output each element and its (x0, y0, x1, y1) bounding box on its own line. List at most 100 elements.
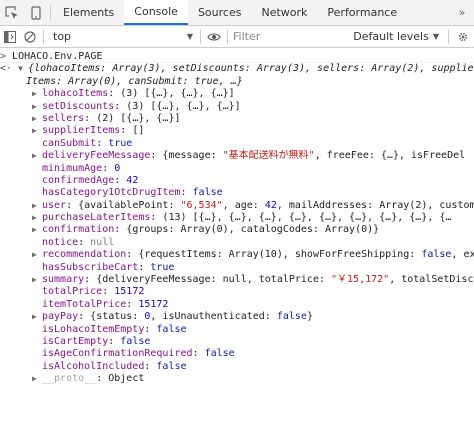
property-row[interactable]: ▶ supplierItems: [] (0, 125, 474, 137)
property-value-part: , age: (222, 199, 265, 211)
property-row[interactable]: ▶ summary: {deliveryFeeMessage: null, tot… (0, 274, 474, 286)
property-row[interactable]: ▶ setDiscounts: (3) [{…}, {…}, {…}] (0, 101, 474, 113)
device-toolbar-icon[interactable] (24, 0, 48, 25)
property-value-part: false (421, 249, 452, 261)
arrow-spacer (32, 163, 42, 175)
tab-elements[interactable]: Elements (53, 0, 124, 25)
arrow-spacer (32, 324, 42, 336)
property-row: totalPrice: 15172 (0, 286, 474, 298)
property-value-part: "基本配送料が無料" (222, 150, 315, 162)
expand-arrow-icon[interactable]: ▶ (32, 101, 42, 113)
arrow-spacer (32, 237, 42, 249)
property-key: notice (42, 236, 79, 248)
property-value-part: false (276, 311, 307, 323)
property-key: confirmation (42, 224, 115, 236)
log-levels-label: Default levels (353, 30, 429, 43)
inspect-element-icon[interactable] (0, 0, 24, 25)
property-row: minimumAge: 0 (0, 163, 474, 175)
expand-arrow-icon[interactable]: ▶ (32, 125, 42, 137)
property-row[interactable]: ▶ deliveryFeeMessage: {message: "基本配送料が無料… (0, 150, 474, 162)
property-row: isAgeConfirmationRequired: false (0, 348, 474, 360)
property-value: (3) [{…}, {…}, {…}] (126, 100, 241, 112)
property-value: true (150, 261, 175, 273)
log-levels-dropdown[interactable]: Default levels ▼ (347, 30, 445, 43)
arrow-spacer (32, 348, 42, 360)
arrow-spacer (32, 286, 42, 298)
show-sidebar-icon[interactable] (0, 26, 20, 48)
property-key: deliveryFeeMessage (42, 150, 151, 162)
property-value-part: , totalSetDisc (389, 274, 474, 286)
chevron-down-icon: ▼ (186, 32, 193, 41)
expand-arrow-icon[interactable]: ▶ (32, 88, 42, 100)
property-row[interactable]: ▶ sellers: (2) [{…}, {…}] (0, 113, 474, 125)
expand-arrow-icon[interactable]: ▶ (32, 311, 42, 323)
arrow-spacer (32, 138, 42, 150)
property-value-part: , mailAddresses: Array(2), custom (276, 199, 474, 211)
property-value-part: {deliveryFeeMessage: null, totalPrice: (96, 274, 332, 286)
console-command: > LOHACO.Env.PAGE (0, 51, 474, 64)
expand-arrow-icon[interactable]: ▶ (32, 212, 42, 224)
expand-arrow-icon[interactable]: ▶ (32, 150, 42, 162)
expand-arrow-icon[interactable]: ▶ (32, 373, 42, 385)
property-key: isAlcoholIncluded (42, 360, 145, 372)
property-value: null (90, 236, 115, 248)
property-key: summary (42, 274, 85, 286)
tab-network[interactable]: Network (251, 0, 317, 25)
property-key: sellers (42, 112, 85, 124)
filter-input[interactable] (231, 29, 331, 44)
tab-sources[interactable]: Sources (188, 0, 252, 25)
property-row: notice: null (0, 237, 474, 249)
property-value-part: {requestItems: Array(10), showForFreeShi… (138, 249, 422, 261)
expand-arrow-icon[interactable]: ▶ (32, 274, 42, 286)
property-row[interactable]: ▶ user: {availablePoint: "6,534", age: 42… (0, 200, 474, 212)
arrow-spacer (32, 187, 42, 199)
property-row: confirmedAge: 42 (0, 175, 474, 187)
tab-console[interactable]: Console (124, 0, 188, 25)
property-value-part: , isUnauthenticated: (150, 311, 277, 323)
property-key: isAgeConfirmationRequired (42, 348, 193, 360)
clear-console-icon[interactable] (20, 26, 40, 48)
property-value-part: {status: (90, 311, 145, 323)
property-value: false (204, 348, 235, 360)
property-key: user (42, 199, 67, 211)
expand-arrow-icon[interactable]: ▶ (32, 200, 42, 212)
property-row: hasCategory1OtcDrugItem: false (0, 187, 474, 199)
property-key: payPay (42, 311, 79, 323)
property-value: 15172 (114, 286, 145, 298)
property-row[interactable]: ▶ payPay: {status: 0, isUnauthenticated: … (0, 311, 474, 323)
context-label: top (53, 30, 72, 43)
property-key: canSubmit (42, 137, 97, 149)
eye-icon[interactable] (204, 26, 224, 48)
result-summary[interactable]: <· ▼ {lohacoItems: Array(3), setDiscounts… (0, 63, 474, 75)
tab-performance[interactable]: Performance (317, 0, 407, 25)
expand-arrow-icon[interactable]: ▶ (32, 249, 42, 261)
property-row[interactable]: ▶ lohacoItems: (3) [{…}, {…}, {…}] (0, 88, 474, 100)
property-key: lohacoItems (42, 88, 109, 100)
devtools-tab-bar: Elements Console Sources Network Perform… (0, 0, 474, 26)
property-key: purchaseLaterItems (42, 212, 151, 224)
more-tabs-icon[interactable]: » (450, 0, 474, 25)
console-output: > LOHACO.Env.PAGE <· ▼ {lohacoItems: Arra… (0, 48, 474, 386)
property-row: canSubmit: true (0, 138, 474, 150)
property-row[interactable]: ▶ purchaseLaterItems: (13) [{…}, {…}, {…}… (0, 212, 474, 224)
property-list: ▶ lohacoItems: (3) [{…}, {…}, {…}] ▶ setDis… (0, 88, 474, 385)
property-key: totalPrice (42, 286, 103, 298)
context-selector[interactable]: top ▼ (47, 30, 197, 43)
property-key: hasCategory1OtcDrugItem (42, 187, 181, 199)
property-row: isCartEmpty: false (0, 336, 474, 348)
console-toolbar: top ▼ Default levels ▼ (0, 26, 474, 48)
settings-gear-icon[interactable] (452, 26, 474, 48)
property-value-part: "6,534" (180, 199, 223, 211)
property-row[interactable]: ▶ recommendation: {requestItems: Array(10… (0, 249, 474, 261)
expand-arrow-icon[interactable]: ▶ (32, 224, 42, 236)
arrow-spacer (32, 175, 42, 187)
property-row: isLohacoItemEmpty: false (0, 324, 474, 336)
property-value: (3) [{…}, {…}, {…}] (120, 88, 235, 100)
expand-arrow-icon[interactable]: ▶ (32, 113, 42, 125)
property-row[interactable]: ▶ __proto__: Object (0, 373, 474, 385)
expand-arrow-icon[interactable]: ▼ (18, 63, 28, 75)
property-row: itemTotalPrice: 15172 (0, 299, 474, 311)
property-row[interactable]: ▶ confirmation: {groups: Array(0), catalo… (0, 224, 474, 236)
property-value: 0 (114, 162, 121, 174)
property-key: isCartEmpty (42, 335, 109, 347)
